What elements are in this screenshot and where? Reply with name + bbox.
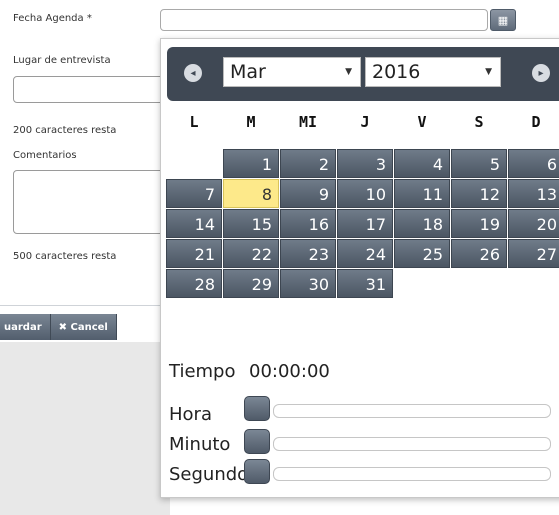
calendar-day[interactable]: 31: [337, 269, 393, 298]
second-slider[interactable]: [273, 467, 551, 481]
form-button-bar: uardar ✖ Cancel: [0, 314, 117, 340]
calendar-day[interactable]: 18: [394, 209, 450, 238]
comentarios-textarea[interactable]: [13, 170, 173, 234]
calendar-day[interactable]: 7: [166, 179, 222, 208]
calendar-day[interactable]: 11: [394, 179, 450, 208]
comentarios-char-counter: 500 caracteres resta: [13, 251, 117, 262]
calendar-day[interactable]: 9: [280, 179, 336, 208]
calendar-day[interactable]: 14: [166, 209, 222, 238]
fecha-agenda-label: Fecha Agenda *: [13, 13, 92, 24]
calendar-day[interactable]: 3: [337, 149, 393, 178]
calendar-day[interactable]: 26: [451, 239, 507, 268]
time-value: 00:00:00: [249, 361, 330, 382]
calendar-day[interactable]: 25: [394, 239, 450, 268]
weekday-header: D: [531, 113, 541, 131]
month-select-value: Mar: [230, 61, 266, 83]
form-divider: [0, 305, 170, 306]
weekday-header: M: [246, 113, 256, 131]
calendar-day[interactable]: 30: [280, 269, 336, 298]
datepicker-popup: ◂ Mar ▼ 2016 ▼ ▸ L M MI J V S D 1 2 3 4 …: [160, 38, 559, 498]
time-label: Tiempo: [169, 361, 236, 382]
lugar-entrevista-label: Lugar de entrevista: [13, 55, 111, 66]
cancel-button[interactable]: ✖ Cancel: [50, 314, 117, 340]
year-select[interactable]: 2016 ▼: [365, 57, 501, 87]
calendar-day[interactable]: 28: [166, 269, 222, 298]
save-button[interactable]: uardar: [0, 314, 51, 340]
hour-label: Hora: [169, 404, 212, 425]
calendar-day[interactable]: 16: [280, 209, 336, 238]
calendar-day[interactable]: 1: [223, 149, 279, 178]
month-select[interactable]: Mar ▼: [223, 57, 361, 87]
datepicker-header: ◂ Mar ▼ 2016 ▼ ▸: [167, 47, 559, 101]
chevron-down-icon: ▼: [485, 67, 492, 77]
calendar-day[interactable]: 24: [337, 239, 393, 268]
calendar-day[interactable]: 29: [223, 269, 279, 298]
fecha-agenda-input[interactable]: [160, 9, 488, 31]
calendar-day[interactable]: 22: [223, 239, 279, 268]
form-footer-area: [0, 342, 170, 515]
second-slider-handle[interactable]: [244, 459, 270, 484]
lugar-char-counter: 200 caracteres resta: [13, 125, 117, 136]
prev-month-button[interactable]: ◂: [184, 64, 202, 82]
weekday-header: J: [360, 113, 370, 131]
calendar-day[interactable]: 10: [337, 179, 393, 208]
chevron-down-icon: ▼: [345, 67, 352, 77]
second-label: Segundo: [169, 464, 244, 485]
minute-slider-handle[interactable]: [244, 429, 270, 454]
calendar-day[interactable]: 20: [508, 209, 559, 238]
hour-slider[interactable]: [273, 404, 551, 418]
calendar-day[interactable]: 23: [280, 239, 336, 268]
calendar-day-today[interactable]: 8: [223, 179, 279, 208]
hour-slider-handle[interactable]: [244, 396, 270, 421]
calendar-day[interactable]: 21: [166, 239, 222, 268]
next-month-button[interactable]: ▸: [532, 64, 550, 82]
calendar-icon: ▦: [497, 13, 509, 27]
comentarios-label: Comentarios: [13, 150, 77, 161]
calendar-day[interactable]: 17: [337, 209, 393, 238]
weekday-header: MI: [298, 113, 318, 131]
weekday-header: V: [417, 113, 427, 131]
calendar-day[interactable]: 19: [451, 209, 507, 238]
calendar-day[interactable]: 6: [508, 149, 559, 178]
calendar-day[interactable]: 12: [451, 179, 507, 208]
weekday-header: L: [189, 113, 199, 131]
minute-label: Minuto: [169, 434, 231, 455]
calendar-day[interactable]: 13: [508, 179, 559, 208]
calendar-day[interactable]: 2: [280, 149, 336, 178]
calendar-button[interactable]: ▦: [490, 9, 516, 31]
weekday-header: S: [474, 113, 484, 131]
calendar-day[interactable]: 5: [451, 149, 507, 178]
calendar-day[interactable]: 4: [394, 149, 450, 178]
calendar-day[interactable]: 27: [508, 239, 559, 268]
lugar-entrevista-input[interactable]: [13, 76, 173, 103]
year-select-value: 2016: [372, 61, 421, 83]
calendar-day[interactable]: 15: [223, 209, 279, 238]
prev-icon: ◂: [190, 67, 196, 79]
next-icon: ▸: [538, 67, 544, 79]
minute-slider[interactable]: [273, 437, 551, 451]
